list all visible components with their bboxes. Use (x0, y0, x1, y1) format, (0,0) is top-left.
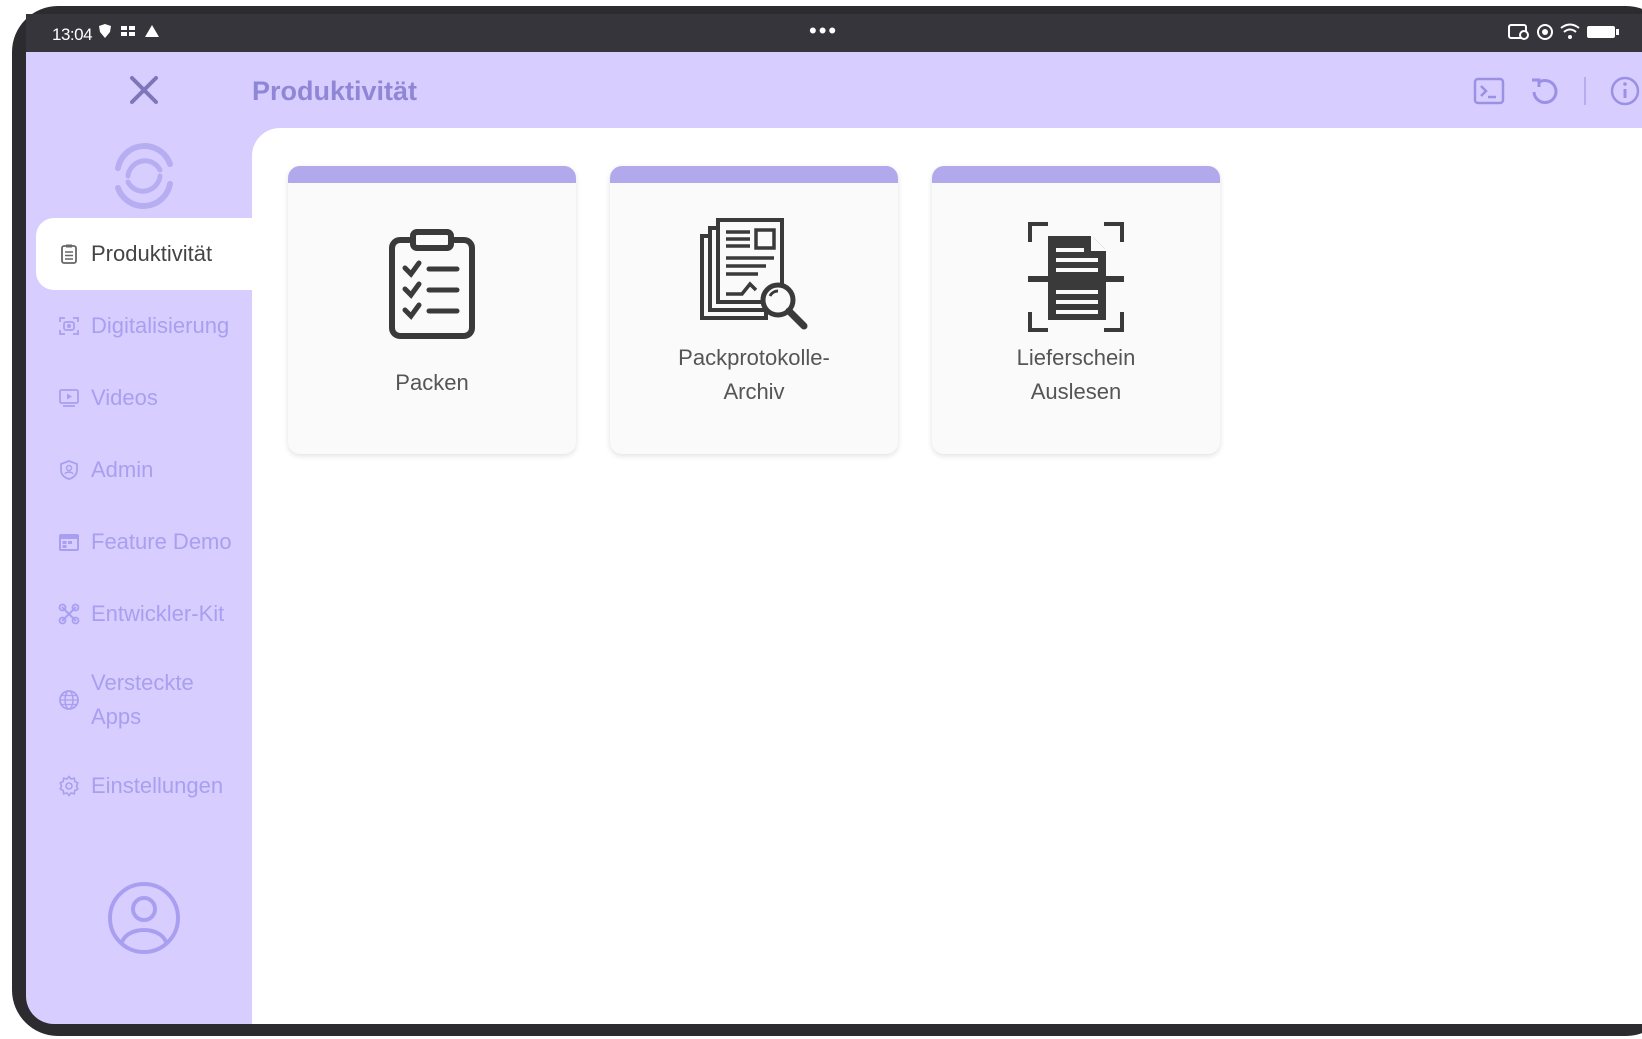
app-bar: Produktivität (26, 52, 1642, 128)
tile-packprotokolle-archiv[interactable]: Packprotokolle- Archiv (610, 166, 898, 454)
tile-lieferschein-auslesen[interactable]: Lieferschein Auslesen (932, 166, 1220, 454)
battery-icon (1587, 26, 1619, 38)
sidebar-item-label-line2: Apps (91, 704, 142, 729)
page-title: Produktivität (252, 76, 418, 106)
scan-icon (59, 317, 79, 335)
sidebar-item-einstellungen[interactable]: Einstellungen (26, 750, 252, 822)
sidebar-item-label: Produktivität (91, 241, 213, 266)
sidebar-item-entwickler-kit[interactable]: Entwickler-Kit (26, 578, 252, 650)
grid-notification-icon (121, 26, 135, 36)
sidebar-item-admin[interactable]: Admin (26, 434, 252, 506)
clipboard-icon (61, 244, 77, 264)
tile-label: Lieferschein Auslesen (932, 341, 1220, 409)
globe-icon (59, 690, 79, 710)
sidebar-item-label: Videos (91, 385, 158, 410)
app-logo-icon (115, 142, 173, 210)
sidebar-item-label: Einstellungen (91, 773, 224, 798)
app-bar-actions (1472, 74, 1642, 108)
document-search-icon (700, 218, 808, 330)
sidebar-item-produktivitaet[interactable]: Produktivität (36, 218, 252, 290)
status-time: 13:04 (52, 25, 93, 44)
sidebar-item-digitalisierung[interactable]: Digitalisierung (26, 290, 252, 362)
tile-label: Packprotokolle- Archiv (610, 341, 898, 409)
app-screen: Produktivität Produktivität Digitalisier… (26, 52, 1642, 1024)
tile-header-bar (610, 166, 898, 183)
sidebar-item-feature-demo[interactable]: Feature Demo (26, 506, 252, 578)
sidebar-item-label: Entwickler-Kit (91, 601, 225, 626)
tile-label-line2: Archiv (723, 379, 785, 404)
warning-notification-icon (145, 25, 159, 37)
tile-label-line2: Auslesen (1030, 379, 1122, 404)
sidebar-nav: Produktivität Digitalisierung Videos Adm… (26, 218, 252, 822)
sidebar-item-label-line1: Versteckte (91, 669, 194, 695)
video-icon (59, 389, 79, 407)
document-scan-icon (1028, 222, 1124, 332)
location-icon (1537, 24, 1553, 40)
sidebar-item-label: Admin (91, 457, 154, 482)
status-notification-icons (98, 23, 160, 39)
gear-icon (59, 775, 79, 797)
tile-header-bar (932, 166, 1220, 183)
tools-icon (58, 603, 80, 625)
app-bar-divider (1584, 77, 1586, 105)
user-avatar-icon[interactable] (106, 880, 182, 956)
tile-packen[interactable]: Packen (288, 166, 576, 454)
status-system-icons (1508, 23, 1622, 41)
status-bar: 13:04 ••• (26, 14, 1642, 54)
info-icon[interactable] (1608, 74, 1642, 108)
admin-shield-icon (60, 460, 78, 480)
sidebar-item-label: Versteckte Apps (91, 666, 194, 734)
sidebar-item-versteckte-apps[interactable]: Versteckte Apps (26, 650, 252, 750)
calendar-icon (59, 534, 79, 551)
status-dots: ••• (809, 18, 839, 43)
cast-icon (1508, 24, 1529, 40)
tile-label: Packen (395, 370, 469, 395)
tile-label-line1: Lieferschein (1016, 345, 1136, 370)
sidebar-item-label: Feature Demo (91, 529, 232, 554)
sidebar-item-label: Digitalisierung (91, 313, 230, 338)
tile-header-bar (288, 166, 576, 183)
close-icon[interactable] (126, 72, 162, 108)
shield-notification-icon (99, 24, 111, 38)
checklist-clipboard-icon (389, 229, 475, 339)
refresh-icon[interactable] (1528, 74, 1562, 108)
sidebar-item-videos[interactable]: Videos (26, 362, 252, 434)
main-content: Packen Packprotokolle- Archiv Liefersche… (252, 128, 1642, 1024)
wifi-icon (1560, 23, 1580, 39)
terminal-icon[interactable] (1472, 74, 1506, 108)
tile-label-line1: Packprotokolle- (678, 345, 830, 370)
